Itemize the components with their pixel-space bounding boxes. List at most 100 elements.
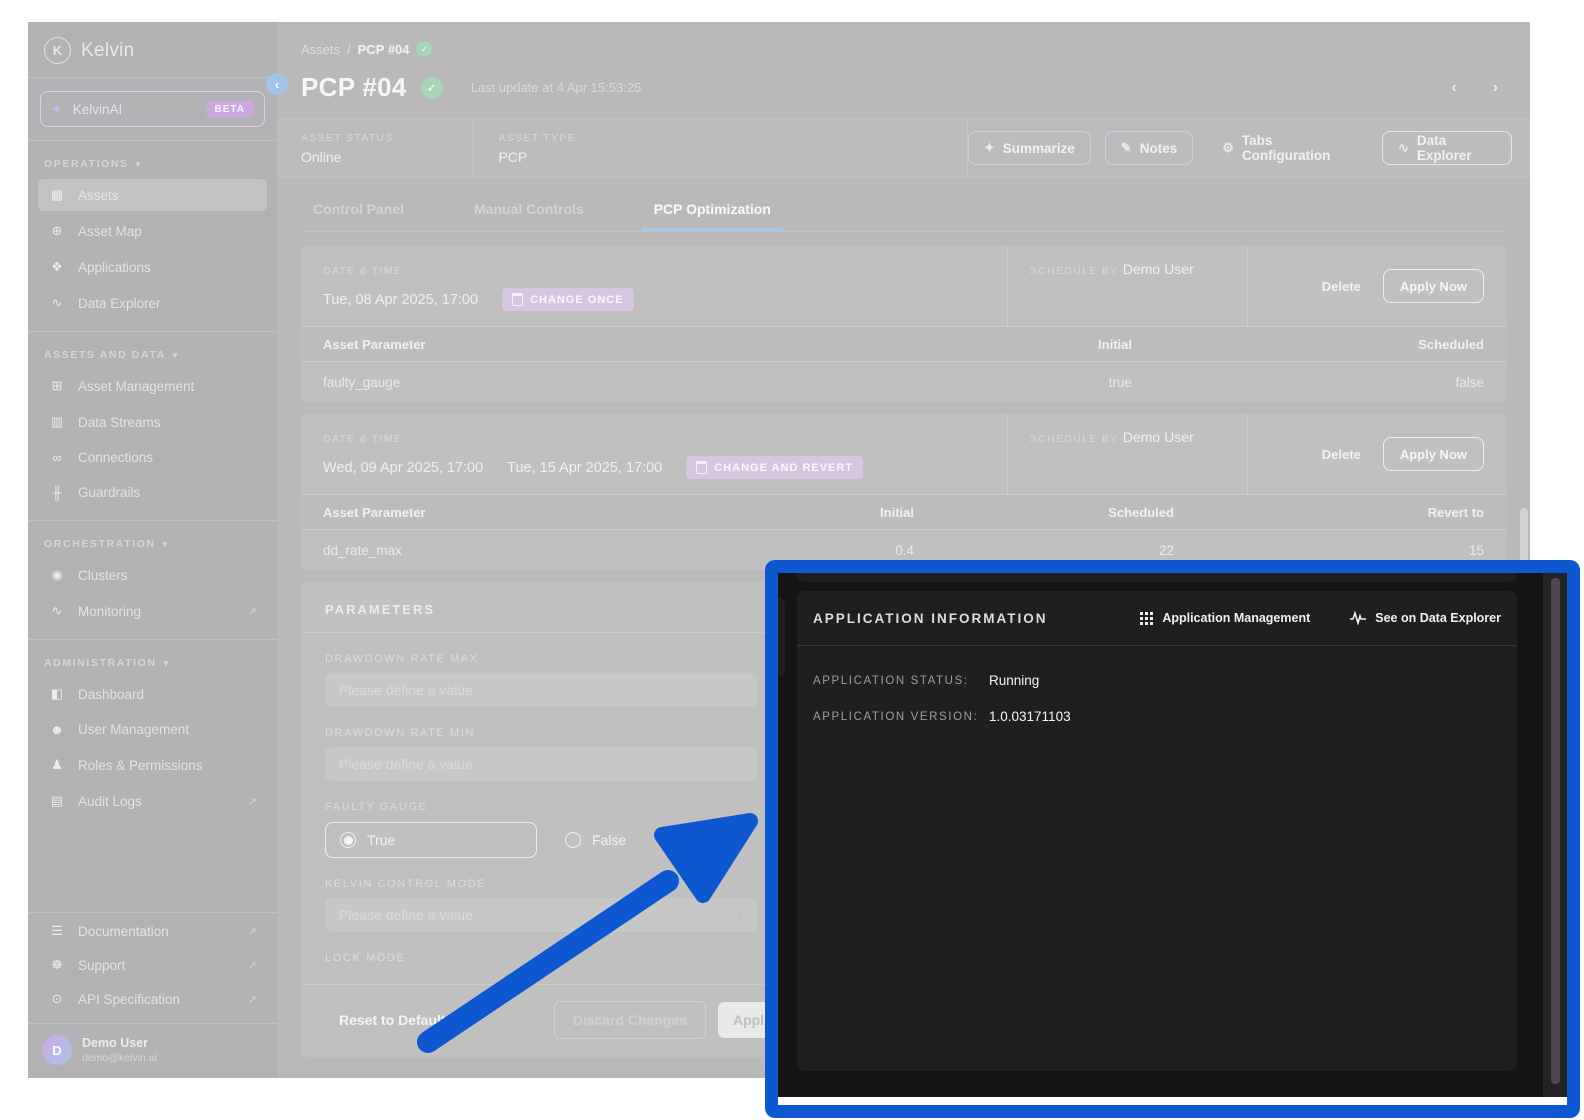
kelvinai-button[interactable]: ✦ KelvinAI BETA [40,91,265,127]
reset-to-default-button[interactable]: Reset to Default [339,1012,446,1028]
sidebar-item-clusters[interactable]: ◉ Clusters [38,559,267,591]
sidebar-item-api-specification[interactable]: ⊙ API Specification ↗ [38,983,267,1015]
divider [28,77,277,78]
schedule-by-label: SCHEDULE BY [1030,265,1118,277]
drawdown-rate-min-input[interactable]: Please define a value [325,747,757,781]
discard-changes-button[interactable]: Discard Changes [554,1001,706,1039]
online-check-icon: ✓ [416,41,432,57]
param-name: faulty_gauge [323,375,810,390]
sidebar-item-applications[interactable]: ❖ Applications [38,251,267,283]
datetime-label: DATE & TIME [323,265,402,277]
data-explorer-button[interactable]: ∿ Data Explorer [1382,131,1512,165]
sidebar-item-asset-management[interactable]: ⊞ Asset Management [38,370,267,402]
page-title: PCP #04 [301,72,407,103]
section-operations[interactable]: OPERATIONS ▾ [28,141,277,177]
users-icon: ☻ [48,722,66,737]
bar-chart-icon: ▥ [48,414,66,430]
section-assets-and-data[interactable]: ASSETS AND DATA ▾ [28,332,277,368]
schedule-card-change-revert: DATE & TIME Wed, 09 Apr 2025, 17:00 Tue,… [301,414,1506,570]
param-scheduled: 22 [914,543,1174,558]
drawdown-rate-max-input[interactable]: Please define a value [325,673,757,707]
change-and-revert-badge: CHANGE AND REVERT [686,456,863,479]
see-on-data-explorer-link[interactable]: See on Data Explorer [1350,611,1501,625]
dashboard-icon: ◧ [48,686,66,702]
kelvinai-label: KelvinAI [73,102,123,117]
sidebar-item-roles-permissions[interactable]: ♟ Roles & Permissions [38,749,267,781]
chevron-down-icon: ▾ [164,658,170,669]
sidebar-item-assets[interactable]: ▦ Assets [38,179,267,211]
param-initial: true [810,375,1132,390]
tab-control-panel[interactable]: Control Panel [301,191,416,231]
sidebar-item-asset-map[interactable]: ⊕ Asset Map [38,215,267,247]
breadcrumb-assets[interactable]: Assets [301,42,340,57]
application-status-value: Running [989,673,1039,688]
sidebar-item-data-explorer[interactable]: ∿ Data Explorer [38,287,267,319]
sidebar-item-guardrails[interactable]: ╫ Guardrails [38,477,267,508]
application-version-label: APPLICATION VERSION: [813,711,989,723]
tab-manual-controls[interactable]: Manual Controls [462,191,596,231]
chevron-down-icon: ▾ [173,350,179,361]
kelvin-control-mode-select[interactable]: Please define a value ▾ [325,898,757,932]
change-once-badge: CHANGE ONCE [502,288,634,311]
radio-true[interactable]: True [325,822,537,858]
apply-now-button[interactable]: Apply Now [1383,437,1484,471]
apply-now-button[interactable]: Apply Now [1383,269,1484,303]
popup-scrollbar-thumb[interactable] [1551,578,1560,1084]
popup-screenshot: APPLICATION INFORMATION Application Mana… [778,573,1567,1097]
kelvin-logo-icon: K [44,37,71,64]
ai-sparkles-icon: ✦ [51,101,63,118]
schedule-table-header: Asset Parameter Initial Scheduled [301,326,1506,362]
schedule-by-value: Demo User [1123,261,1194,277]
sidebar-item-connections[interactable]: ∞ Connections [38,442,267,473]
radio-false[interactable]: False [551,822,640,858]
sidebar-collapse-button[interactable]: ‹ [266,73,288,95]
sidebar-item-user-management[interactable]: ☻ User Management [38,714,267,745]
popup-scrollbar-track[interactable] [1543,573,1567,1097]
schedule-card-change-once: DATE & TIME Tue, 08 Apr 2025, 17:00 CHAN… [301,246,1506,402]
globe-icon: ⊕ [48,223,66,239]
avatar: D [42,1035,72,1065]
tabs-configuration-button[interactable]: ⚙ Tabs Configuration [1207,131,1368,165]
application-version-row: APPLICATION VERSION: 1.0.03171103 [797,709,1517,724]
summarize-button[interactable]: ✦ Summarize [968,131,1091,165]
grid-icon [1140,612,1153,625]
brand-logo[interactable]: K Kelvin [28,22,277,77]
connector-icon: ∞ [48,450,66,465]
application-management-link[interactable]: Application Management [1140,611,1310,625]
radio-unselected-icon [565,832,581,848]
tab-pcp-optimization[interactable]: PCP Optimization [642,191,783,231]
external-link-icon: ↗ [248,959,257,972]
section-orchestration[interactable]: ORCHESTRATION ▾ [28,521,277,557]
section-administration[interactable]: ADMINISTRATION ▾ [28,640,277,676]
sidebar-item-data-streams[interactable]: ▥ Data Streams [38,406,267,438]
application-version-value: 1.0.03171103 [989,709,1071,724]
sidebar-item-audit-logs[interactable]: ▤ Audit Logs ↗ [38,785,267,817]
param-scheduled: false [1132,375,1484,390]
sidebar-item-documentation[interactable]: ☰ Documentation ↗ [38,915,267,947]
next-asset-button[interactable]: › [1493,79,1498,97]
sidebar-footer: ☰ Documentation ↗ ☸ Support ↗ ⊙ API Spec… [28,912,277,1078]
sidebar-item-dashboard[interactable]: ◧ Dashboard [38,678,267,710]
schedule-by-label: SCHEDULE BY [1030,433,1118,445]
sidebar-item-monitoring[interactable]: ∿ Monitoring ↗ [38,595,267,627]
user-gear-icon: ♟ [48,757,66,773]
sidebar-item-support[interactable]: ☸ Support ↗ [38,949,267,981]
last-update: Last update at 4 Apr 15:53:25 [471,80,642,95]
application-information-panel: APPLICATION INFORMATION Application Mana… [797,591,1517,1071]
calendar-icon [512,293,523,306]
delete-button[interactable]: Delete [1322,447,1361,462]
notes-button[interactable]: ✎ Notes [1105,131,1193,165]
chevron-down-icon: ▾ [737,909,743,922]
puzzle-icon: ⊞ [48,378,66,394]
datetime-label: DATE & TIME [323,433,402,445]
application-status-label: APPLICATION STATUS: [813,675,989,687]
user-menu[interactable]: D Demo User demo@kelvin.ai [28,1024,277,1078]
prev-asset-button[interactable]: ‹ [1451,79,1456,97]
breadcrumb-current: PCP #04 [358,42,410,57]
asset-type-label: ASSET TYPE [498,132,942,144]
breadcrumb: Assets / PCP #04 ✓ [277,22,1530,57]
waveform-icon: ∿ [1398,140,1409,156]
waveform-icon [1350,611,1366,625]
delete-button[interactable]: Delete [1322,279,1361,294]
placeholder: Please define a value [339,907,473,923]
